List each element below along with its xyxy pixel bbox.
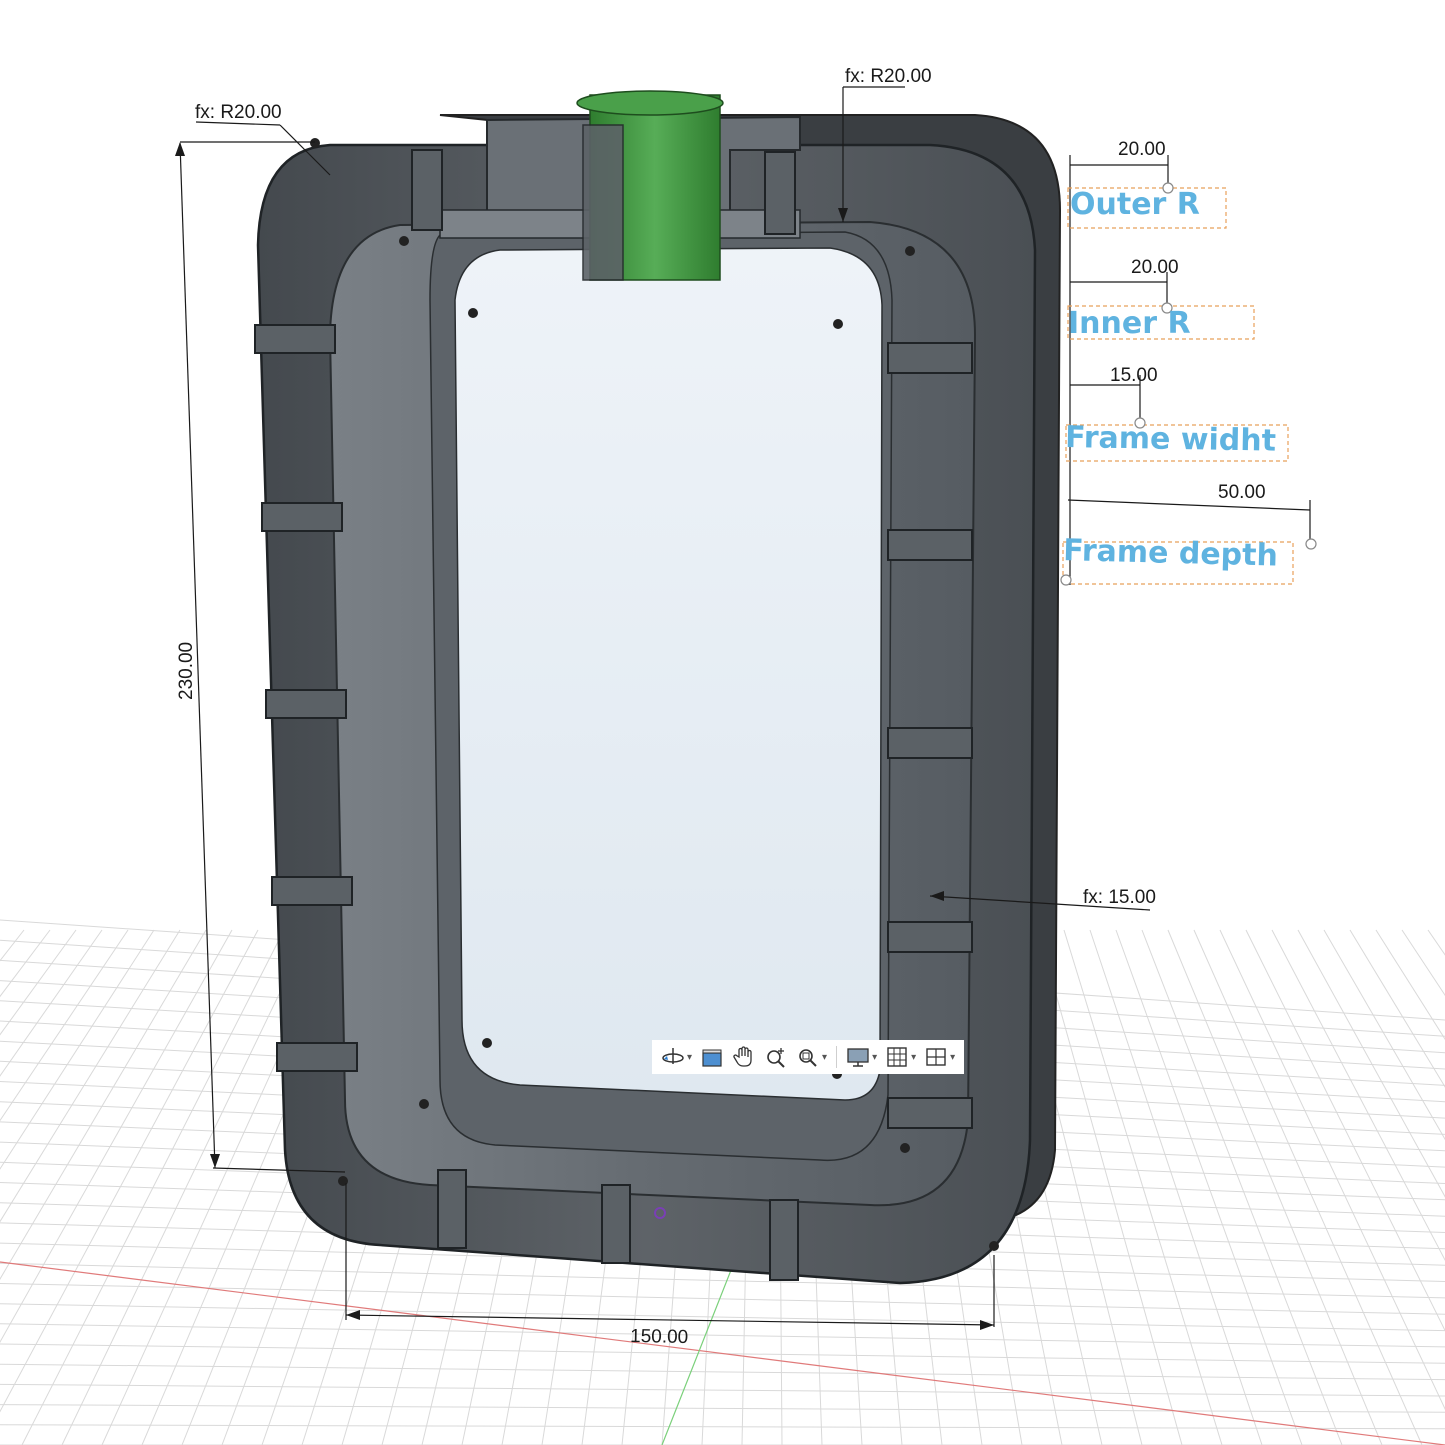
param-outer-r-value[interactable]: 20.00 [1118,139,1166,160]
frame-opening [454,247,883,1101]
parameter-handles[interactable] [1060,182,1317,586]
display-settings-tool[interactable]: ▾ [843,1042,880,1072]
x-axis-line [0,1261,1445,1445]
param-outer-r-label[interactable]: Outer R [1070,187,1200,222]
pipe-clamp [582,124,624,281]
param-inner-r-value[interactable]: 20.00 [1131,257,1179,278]
dim-top-left-radius[interactable]: fx: R20.00 [195,102,282,123]
grid-settings-tool[interactable]: ▾ [882,1042,919,1072]
dim-right-width[interactable]: fx: 15.00 [1083,887,1156,908]
orbit-icon [662,1048,684,1064]
navigation-toolbar: ▾ ▾ ▾ ▾ ▾ [652,1040,965,1074]
grid-settings-icon [887,1047,907,1067]
param-frame-depth-value[interactable]: 50.00 [1218,482,1266,503]
pan-hand-icon [733,1046,752,1067]
orbit-menu-caret[interactable]: ▾ [687,1052,692,1063]
fit-window-icon [799,1049,817,1067]
parameter-boxes [1062,187,1294,585]
zoom-icon [767,1048,785,1068]
fit-menu-caret[interactable]: ▾ [822,1052,827,1063]
param-frame-depth-label[interactable]: Frame depth [1063,533,1279,574]
dim-width[interactable]: 150.00 [630,1326,688,1348]
viewports-icon [926,1048,946,1066]
toolbar-separator [836,1046,838,1068]
grid-menu-caret[interactable]: ▾ [911,1052,916,1063]
viewports-menu-caret[interactable]: ▾ [950,1052,955,1063]
fit-window-tool[interactable]: ▾ [793,1042,830,1072]
look-at-icon [702,1049,722,1067]
cad-viewport[interactable]: fx: R20.00 fx: R20.00 fx: 15.00 230.00 1… [0,0,1445,1445]
param-frame-width-value[interactable]: 15.00 [1110,365,1158,386]
dim-height[interactable]: 230.00 [176,642,197,700]
param-frame-width-label[interactable]: Frame widht [1065,420,1276,459]
pipe-top [576,90,724,116]
display-menu-caret[interactable]: ▾ [872,1052,877,1063]
display-settings-icon [847,1048,869,1067]
param-inner-r-label[interactable]: Inner R [1068,306,1191,341]
pan-tool[interactable] [729,1042,759,1072]
viewports-tool[interactable]: ▾ [921,1042,958,1072]
look-at-tool[interactable] [697,1042,727,1072]
dim-top-right-radius[interactable]: fx: R20.00 [845,66,932,87]
orbit-tool[interactable]: ▾ [658,1042,695,1072]
zoom-tool[interactable] [761,1042,791,1072]
